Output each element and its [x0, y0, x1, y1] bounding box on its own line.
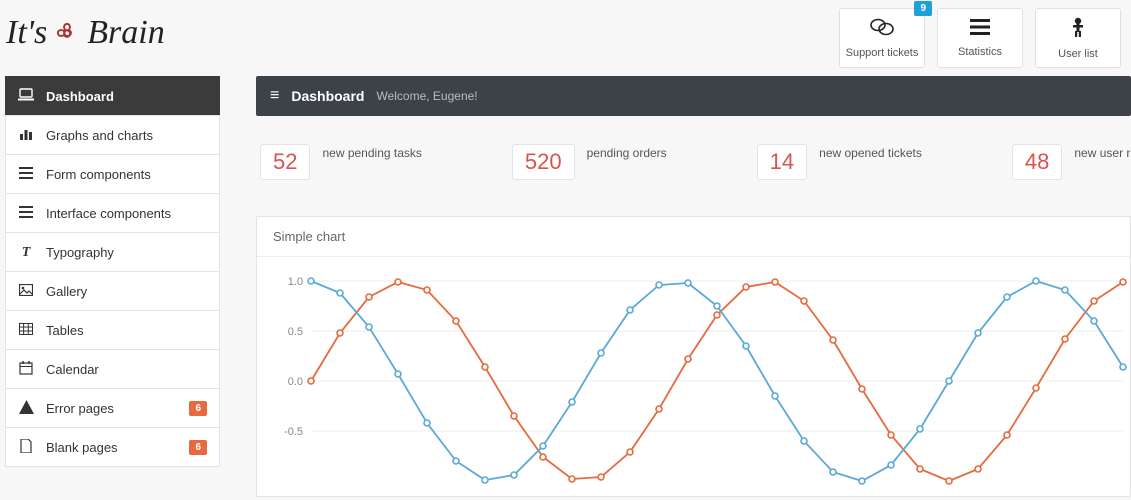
- simple-chart: -0.5 0.0 0.5 1.0: [263, 271, 1131, 491]
- sidebar-item-calendar[interactable]: Calendar: [5, 349, 220, 389]
- stat-label: new opened tickets: [819, 144, 922, 160]
- sidebar-item-typography[interactable]: T Typography: [5, 232, 220, 272]
- image-icon: [18, 283, 34, 299]
- sidebar-item-graphs-and-charts[interactable]: Graphs and charts: [5, 115, 220, 155]
- stat-label: new pending tasks: [322, 144, 421, 160]
- logo-part2: Brain: [87, 14, 164, 52]
- type-icon: T: [18, 243, 34, 261]
- svg-text:0.5: 0.5: [288, 326, 303, 338]
- laptop-icon: [18, 88, 34, 105]
- page-title: Dashboard: [291, 88, 364, 104]
- sidebar-item-label: Tables: [46, 323, 84, 338]
- chart-card-title: Simple chart: [257, 217, 1130, 257]
- header-button-label: Support tickets: [846, 47, 919, 59]
- grid-icon: [18, 205, 34, 221]
- stat-new-user-regis: 48 new user regis: [1012, 144, 1131, 180]
- sidebar-item-form-components[interactable]: Form components: [5, 154, 220, 194]
- svg-text:-0.5: -0.5: [284, 426, 303, 438]
- bars-icon: [969, 18, 991, 40]
- chart-card: Simple chart -0.5 0.0 0.5 1.0: [256, 216, 1131, 497]
- sidebar-item-label: Typography: [46, 245, 114, 260]
- warning-icon: [18, 400, 34, 417]
- menu-icon[interactable]: ≡: [270, 87, 279, 105]
- stat-new-opened-tickets: 14 new opened tickets: [757, 144, 922, 180]
- sidebar-item-label: Form components: [46, 167, 151, 182]
- calendar-icon: [18, 361, 34, 378]
- list-icon: [18, 166, 34, 182]
- header-button-label: User list: [1058, 48, 1098, 60]
- page-subtitle: Welcome, Eugene!: [376, 89, 477, 103]
- user-icon: [1069, 16, 1087, 42]
- sidebar-item-error-pages[interactable]: Error pages 6: [5, 388, 220, 428]
- file-icon: [18, 439, 34, 456]
- table-icon: [18, 322, 34, 338]
- logo-knot-icon: [53, 19, 81, 47]
- chat-icon: [870, 17, 894, 41]
- stat-value: 520: [512, 144, 575, 180]
- logo-part1: It's: [6, 14, 47, 52]
- bar-chart-icon: [18, 127, 34, 144]
- sidebar-item-label: Error pages: [46, 401, 114, 416]
- sidebar-item-interface-components[interactable]: Interface components: [5, 193, 220, 233]
- stat-pending-orders: 520 pending orders: [512, 144, 667, 180]
- svg-text:0.0: 0.0: [288, 376, 303, 388]
- header-button-label: Statistics: [958, 46, 1002, 58]
- breadcrumb-bar: ≡ Dashboard Welcome, Eugene!: [256, 76, 1131, 116]
- stat-label: new user regis: [1074, 144, 1131, 160]
- header-button-user-list[interactable]: User list: [1035, 8, 1121, 68]
- header-button-badge: 9: [914, 1, 932, 16]
- stat-value: 14: [757, 144, 807, 180]
- header-button-support-tickets[interactable]: Support tickets9: [839, 8, 925, 68]
- sidebar-item-label: Gallery: [46, 284, 87, 299]
- sidebar-item-badge: 6: [189, 401, 207, 416]
- sidebar-item-label: Blank pages: [46, 440, 118, 455]
- sidebar-item-badge: 6: [189, 440, 207, 455]
- sidebar-item-label: Dashboard: [46, 89, 114, 104]
- logo[interactable]: It's Brain: [6, 8, 165, 52]
- sidebar-item-dashboard[interactable]: Dashboard: [5, 76, 220, 116]
- stat-label: pending orders: [587, 144, 667, 160]
- sidebar-item-label: Interface components: [46, 206, 171, 221]
- svg-text:1.0: 1.0: [288, 276, 303, 288]
- sidebar-item-gallery[interactable]: Gallery: [5, 271, 220, 311]
- sidebar-item-label: Calendar: [46, 362, 99, 377]
- sidebar-item-label: Graphs and charts: [46, 128, 153, 143]
- sidebar-item-tables[interactable]: Tables: [5, 310, 220, 350]
- header-button-statistics[interactable]: Statistics: [937, 8, 1023, 68]
- stat-value: 52: [260, 144, 310, 180]
- sidebar-item-blank-pages[interactable]: Blank pages 6: [5, 427, 220, 467]
- stat-value: 48: [1012, 144, 1062, 180]
- stat-new-pending-tasks: 52 new pending tasks: [260, 144, 422, 180]
